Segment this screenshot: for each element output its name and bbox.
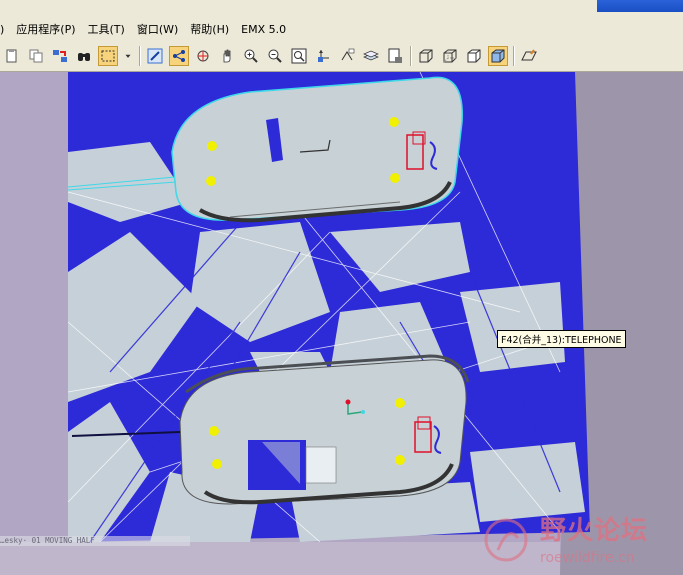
zoom-in-icon[interactable] bbox=[241, 46, 261, 66]
datum-plane-icon[interactable] bbox=[519, 46, 539, 66]
toolbar-separator bbox=[410, 45, 411, 66]
refit-icon[interactable] bbox=[289, 46, 309, 66]
menu-bar: ) 应用程序(P) 工具(T) 窗口(W) 帮助(H) EMX 5.0 bbox=[0, 18, 683, 40]
select-box-icon[interactable] bbox=[98, 45, 118, 66]
menu-item-window[interactable]: 窗口(W) bbox=[132, 21, 185, 37]
watermark-title: 野火论坛 bbox=[540, 516, 649, 546]
zoom-out-icon[interactable] bbox=[265, 46, 285, 66]
menu-item-help[interactable]: 帮助(H) bbox=[185, 21, 236, 37]
layers-icon[interactable] bbox=[361, 46, 381, 66]
window-title-strip bbox=[0, 0, 683, 18]
named-view-icon[interactable] bbox=[337, 46, 357, 66]
spin-icon[interactable] bbox=[193, 46, 213, 66]
menu-item-applications[interactable]: 应用程序(P) bbox=[11, 21, 82, 37]
find-icon[interactable] bbox=[74, 46, 94, 66]
wildfire-logo-icon bbox=[484, 518, 528, 562]
cad-model-graphic bbox=[0, 72, 683, 575]
model-status-text: …esky· 01 MOVING HALF bbox=[0, 536, 190, 546]
menu-item-tools[interactable]: 工具(T) bbox=[83, 21, 132, 37]
menu-item-edit-tail[interactable]: ) bbox=[0, 23, 11, 36]
pan-icon[interactable] bbox=[217, 46, 237, 66]
dropdown-arrow-icon[interactable] bbox=[122, 46, 134, 66]
regen-icon[interactable] bbox=[50, 46, 70, 66]
paste-icon[interactable] bbox=[2, 46, 22, 66]
watermark-url: roewildfire.cn bbox=[540, 550, 635, 566]
menu-item-emx[interactable]: EMX 5.0 bbox=[236, 23, 293, 36]
orient-icon[interactable] bbox=[313, 46, 333, 66]
sketch-icon[interactable] bbox=[145, 46, 165, 66]
toolbar-separator bbox=[139, 45, 140, 66]
title-bar-cap bbox=[597, 0, 683, 12]
view-manager-icon[interactable] bbox=[385, 46, 405, 66]
wireframe-icon[interactable] bbox=[416, 46, 436, 66]
shading-icon[interactable] bbox=[488, 45, 508, 66]
feature-tooltip: F42(合并_13):TELEPHONE bbox=[497, 330, 626, 348]
no-hidden-icon[interactable] bbox=[464, 46, 484, 66]
datum-display-icon[interactable] bbox=[169, 45, 189, 66]
main-toolbar bbox=[0, 40, 683, 72]
model-viewport[interactable]: F42(合并_13):TELEPHONE …esky· 01 MOVING HA… bbox=[0, 72, 683, 575]
copy-icon[interactable] bbox=[26, 46, 46, 66]
toolbar-separator bbox=[513, 45, 514, 66]
watermark: 野火论坛 roewildfire.cn bbox=[478, 508, 678, 572]
hidden-line-icon[interactable] bbox=[440, 46, 460, 66]
